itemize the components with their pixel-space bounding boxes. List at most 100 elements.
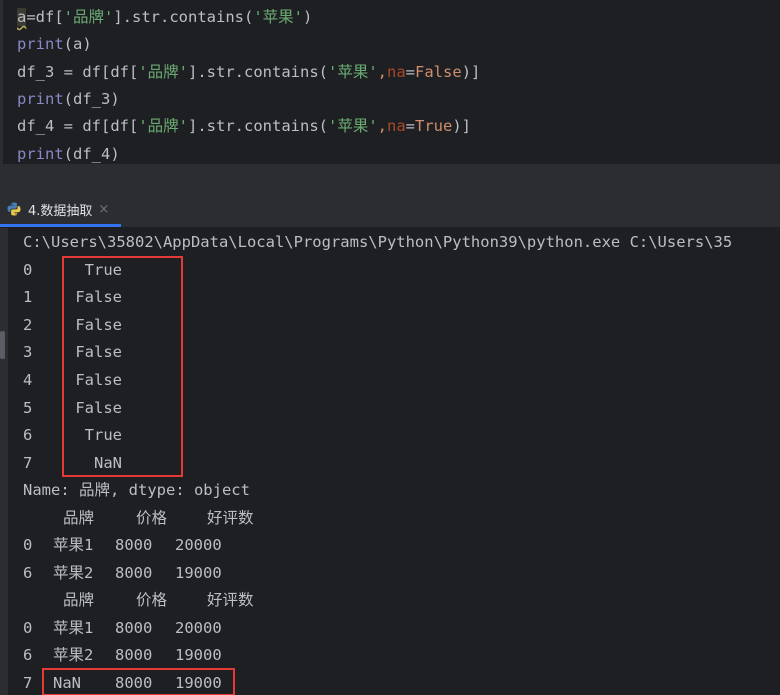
column-header: 价格	[136, 508, 168, 527]
code-line[interactable]: print(df_4)	[17, 141, 120, 165]
code-token: )]	[452, 117, 472, 136]
code-token: ].str.contains(	[188, 117, 328, 136]
table-cell: 8000	[115, 536, 153, 555]
table-cell: 19000	[175, 673, 222, 692]
column-header: 好评数	[207, 508, 254, 527]
table-cell: 苹果2	[53, 646, 94, 665]
code-token: '苹果'	[253, 8, 303, 26]
column-header: 价格	[136, 591, 168, 609]
table-row: 0 苹果1 8000 20000	[0, 615, 780, 643]
series-row: 2 False	[23, 312, 122, 340]
code-token: ].str.contains(	[188, 62, 328, 81]
code-editor[interactable]: a=df['品牌'].str.contains('苹果') print(a) df_…	[0, 0, 780, 164]
code-line[interactable]: df_3 = df[df['品牌'].str.contains('苹果',na=…	[17, 59, 480, 86]
code-token: (a)	[63, 35, 92, 54]
code-token: ].str.contains(	[113, 8, 254, 26]
editor-separator	[0, 164, 780, 194]
code-line[interactable]: print(a)	[17, 31, 92, 58]
code-token: =	[405, 117, 416, 136]
table-cell: 苹果1	[53, 536, 94, 555]
row-value: False	[75, 315, 122, 334]
series-row: 0 True	[23, 257, 122, 285]
close-icon[interactable]: ×	[98, 202, 109, 217]
code-token: df_3 = df[df[	[17, 62, 139, 81]
scrollbar-handle[interactable]	[0, 331, 5, 359]
code-token: print	[17, 35, 64, 54]
code-token: (df_3)	[63, 89, 120, 108]
series-row: 1 False	[23, 284, 122, 312]
row-value: True	[84, 260, 122, 279]
code-token: ,	[377, 62, 387, 81]
row-index: 0	[23, 260, 33, 279]
code-token: =df[	[26, 8, 64, 26]
row-value: False	[75, 398, 122, 417]
code-token: '品牌'	[138, 117, 188, 136]
table-row: 0 苹果1 8000 20000	[0, 532, 780, 560]
run-tool-header: 4.数据抽取 ×	[0, 194, 780, 228]
column-header: 品牌	[63, 591, 95, 609]
row-index: 7	[23, 673, 33, 692]
row-index: 5	[23, 398, 33, 417]
code-token: na	[387, 117, 406, 136]
series-row: 5 False	[23, 395, 122, 423]
editor-gutter	[0, 0, 3, 164]
code-token: ,	[377, 117, 387, 136]
run-console-output[interactable]: C:\Users\35802\AppData\Local\Programs\Py…	[0, 228, 780, 695]
series-row: 4 False	[23, 367, 122, 395]
series-row: 3 False	[23, 339, 122, 367]
code-token: False	[415, 62, 462, 81]
code-token: (df_4)	[63, 144, 120, 163]
command-line: C:\Users\35802\AppData\Local\Programs\Py…	[23, 233, 733, 251]
series-row: 6 True	[23, 422, 122, 450]
table-row: 6 苹果2 8000 19000	[0, 560, 780, 588]
code-token: '品牌'	[138, 62, 188, 81]
row-index: 3	[23, 343, 33, 362]
row-index: 0	[23, 618, 33, 637]
ide-window: a=df['品牌'].str.contains('苹果') print(a) df_…	[0, 0, 780, 695]
table-cell: 19000	[175, 646, 222, 665]
row-index: 4	[23, 370, 33, 389]
table-cell: NaN	[53, 673, 81, 692]
row-index: 2	[23, 315, 33, 334]
row-value: False	[75, 343, 122, 362]
code-line[interactable]: a=df['品牌'].str.contains('苹果')	[17, 4, 312, 31]
row-index: 6	[23, 426, 33, 445]
row-index: 7	[23, 453, 33, 472]
code-line[interactable]: print(df_3)	[17, 86, 120, 113]
code-token: )]	[461, 62, 481, 81]
table-cell: 苹果1	[53, 618, 94, 637]
run-tab[interactable]: 4.数据抽取 ×	[0, 194, 122, 227]
code-token: df_4 = df[df[	[17, 117, 139, 136]
table-cell: 8000	[115, 646, 153, 665]
row-value: False	[75, 370, 122, 389]
table-cell: 苹果2	[53, 563, 94, 582]
table-cell: 8000	[115, 563, 153, 582]
run-tab-label: 4.数据抽取	[28, 203, 93, 219]
row-index: 0	[23, 536, 33, 555]
series-footer: Name: 品牌, dtype: object	[23, 481, 250, 499]
code-line[interactable]: df_4 = df[df['品牌'].str.contains('苹果',na=…	[17, 113, 471, 140]
table-cell: 20000	[175, 618, 222, 637]
row-index: 6	[23, 646, 33, 665]
row-index: 1	[23, 288, 33, 307]
code-token: na	[387, 62, 406, 81]
series-row: 7 NaN	[23, 450, 122, 478]
code-token: '苹果'	[327, 117, 378, 136]
table-header: 品牌 价格 好评数	[0, 587, 780, 615]
row-value: NaN	[94, 453, 122, 472]
python-icon	[6, 201, 22, 217]
column-header: 品牌	[63, 508, 95, 527]
table-cell: 19000	[175, 563, 222, 582]
table-cell: 8000	[115, 618, 153, 637]
code-token: '品牌'	[63, 8, 114, 26]
row-index: 6	[23, 563, 33, 582]
table-row: 6 苹果2 8000 19000	[0, 642, 780, 670]
code-token: '苹果'	[327, 62, 378, 81]
row-value: False	[75, 288, 122, 307]
code-token: a	[17, 8, 27, 26]
table-cell: 8000	[115, 673, 153, 692]
table-header: 品牌 价格 好评数	[0, 505, 780, 533]
code-token: print	[17, 144, 64, 163]
table-row: 7 NaN 8000 19000	[0, 670, 780, 695]
code-token: =	[405, 62, 416, 81]
